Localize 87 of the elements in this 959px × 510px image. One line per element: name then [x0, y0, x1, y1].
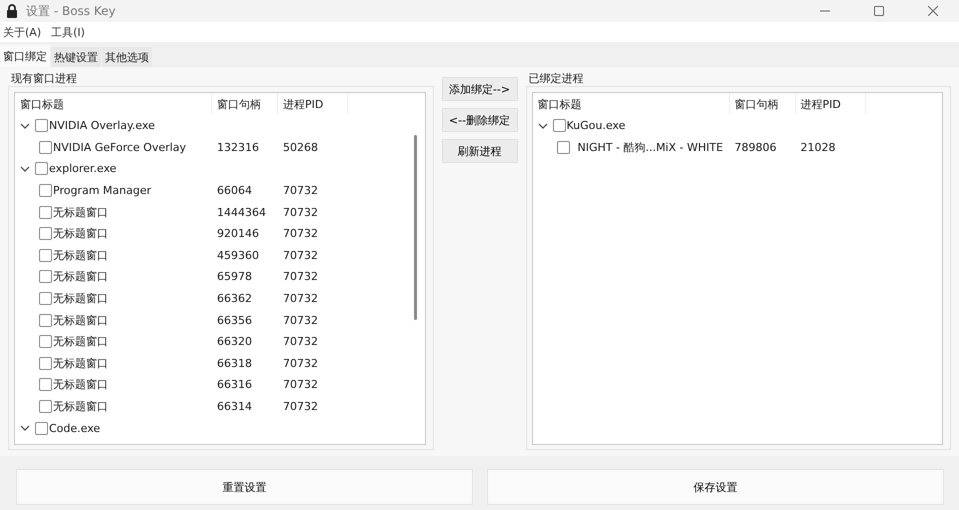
process-pid: 70732	[282, 314, 319, 327]
window-title: 无标题窗口	[53, 312, 108, 328]
process-pid: 70732	[282, 378, 319, 392]
chevron-icon[interactable]	[20, 120, 30, 131]
window-title: 无标题窗口	[53, 377, 108, 392]
window-title: 无标题窗口	[53, 334, 108, 350]
process-pid: 70732	[282, 184, 319, 198]
menu-item[interactable]: 关于(A)	[0, 24, 48, 40]
process-name: explorer.exe	[49, 162, 116, 176]
window-handle: 66064	[216, 184, 253, 198]
window-title: 无标题窗口	[53, 291, 108, 306]
checkbox[interactable]	[39, 248, 52, 262]
column-header[interactable]: 窗口标题	[532, 93, 730, 115]
window-title: 无标题窗口	[53, 248, 108, 263]
action-button[interactable]: 添加绑定-->	[442, 77, 518, 101]
column-header[interactable]: 窗口句柄	[212, 93, 278, 115]
column-header[interactable]: 窗口句柄	[730, 93, 796, 115]
save-button[interactable]: 保存设置	[487, 469, 944, 505]
window-handle: 459360	[216, 248, 260, 262]
window-handle: 66320	[216, 335, 253, 348]
tab[interactable]: 窗口绑定	[0, 45, 50, 67]
process-name: NVIDIA Overlay.exe	[49, 119, 155, 132]
window-title: NIGHT - 酷狗...MiX - WHITE	[578, 140, 724, 155]
process-tree[interactable]: 窗口标题 窗口句柄 进程PID KuGou.exe NIGHT - 酷狗...MiX - WHITE 789806 21028	[532, 92, 943, 445]
checkbox[interactable]	[35, 119, 48, 132]
checkbox[interactable]	[35, 422, 48, 435]
process-pid: 70732	[282, 270, 319, 284]
window-handle: 66356	[216, 314, 253, 327]
process-pid: 70732	[282, 292, 319, 306]
window-handle: 66314	[216, 400, 253, 414]
checkbox[interactable]	[39, 206, 52, 219]
tab[interactable]: 热键设置	[51, 47, 101, 67]
checkbox[interactable]	[39, 184, 52, 198]
window-title: NVIDIA GeForce Overlay	[53, 140, 186, 154]
checkbox[interactable]	[39, 314, 52, 327]
checkbox[interactable]	[39, 378, 52, 392]
checkbox[interactable]	[39, 400, 52, 414]
chevron-icon[interactable]	[20, 164, 30, 174]
process-pid: 70732	[282, 248, 319, 262]
checkbox[interactable]	[39, 140, 52, 154]
checkbox[interactable]	[556, 140, 570, 154]
window-handle: 66318	[216, 356, 253, 370]
window-title: Program Manager	[53, 184, 152, 198]
process-pid: 50268	[282, 140, 319, 154]
menu-item[interactable]: 工具(I)	[48, 24, 92, 40]
close-icon	[928, 6, 938, 16]
action-button[interactable]: 刷新进程	[442, 139, 518, 163]
process-name: Code.exe	[49, 422, 100, 435]
window-title: 无标题窗口	[53, 399, 108, 414]
process-name: KuGou.exe	[566, 119, 626, 132]
checkbox[interactable]	[552, 119, 566, 132]
checkbox[interactable]	[39, 227, 52, 240]
column-header[interactable]: 进程PID	[796, 93, 866, 115]
window-title: 无标题窗口	[53, 226, 108, 242]
checkbox[interactable]	[39, 356, 52, 370]
window-handle: 66316	[216, 378, 253, 392]
checkbox[interactable]	[39, 292, 52, 306]
maximize-icon	[874, 6, 884, 16]
action-button[interactable]: <--删除绑定	[442, 108, 518, 132]
checkbox[interactable]	[39, 335, 52, 348]
chevron-icon[interactable]	[20, 423, 30, 434]
process-pid: 70732	[282, 335, 319, 348]
reset-button[interactable]: 重置设置	[16, 469, 473, 505]
process-pid: 70732	[282, 206, 319, 219]
window-title: 设置 - Boss Key	[26, 2, 117, 20]
process-pid: 70732	[282, 400, 319, 414]
window-handle: 66362	[216, 292, 253, 306]
group-title: 现有窗口进程	[10, 71, 78, 86]
checkbox[interactable]	[39, 270, 52, 284]
tab[interactable]: 其他选项	[102, 47, 152, 67]
window-handle: 132316	[216, 140, 260, 154]
window-handle: 65978	[216, 270, 253, 284]
lock-icon	[6, 4, 18, 18]
column-header[interactable]: 窗口标题	[15, 93, 212, 115]
chevron-icon[interactable]	[538, 120, 548, 131]
column-header[interactable]: 进程PID	[278, 93, 348, 115]
window-title: 无标题窗口	[53, 269, 108, 284]
window-handle: 920146	[216, 227, 260, 240]
process-pid: 70732	[282, 356, 319, 370]
window-handle: 1444364	[216, 206, 267, 219]
window-title: 无标题窗口	[53, 356, 108, 371]
process-pid: 70732	[282, 227, 319, 240]
window-title: 无标题窗口	[53, 204, 108, 220]
process-pid: 21028	[800, 140, 836, 154]
checkbox[interactable]	[35, 162, 48, 176]
group-title: 已绑定进程	[528, 71, 584, 86]
window-handle: 789806	[734, 140, 778, 154]
